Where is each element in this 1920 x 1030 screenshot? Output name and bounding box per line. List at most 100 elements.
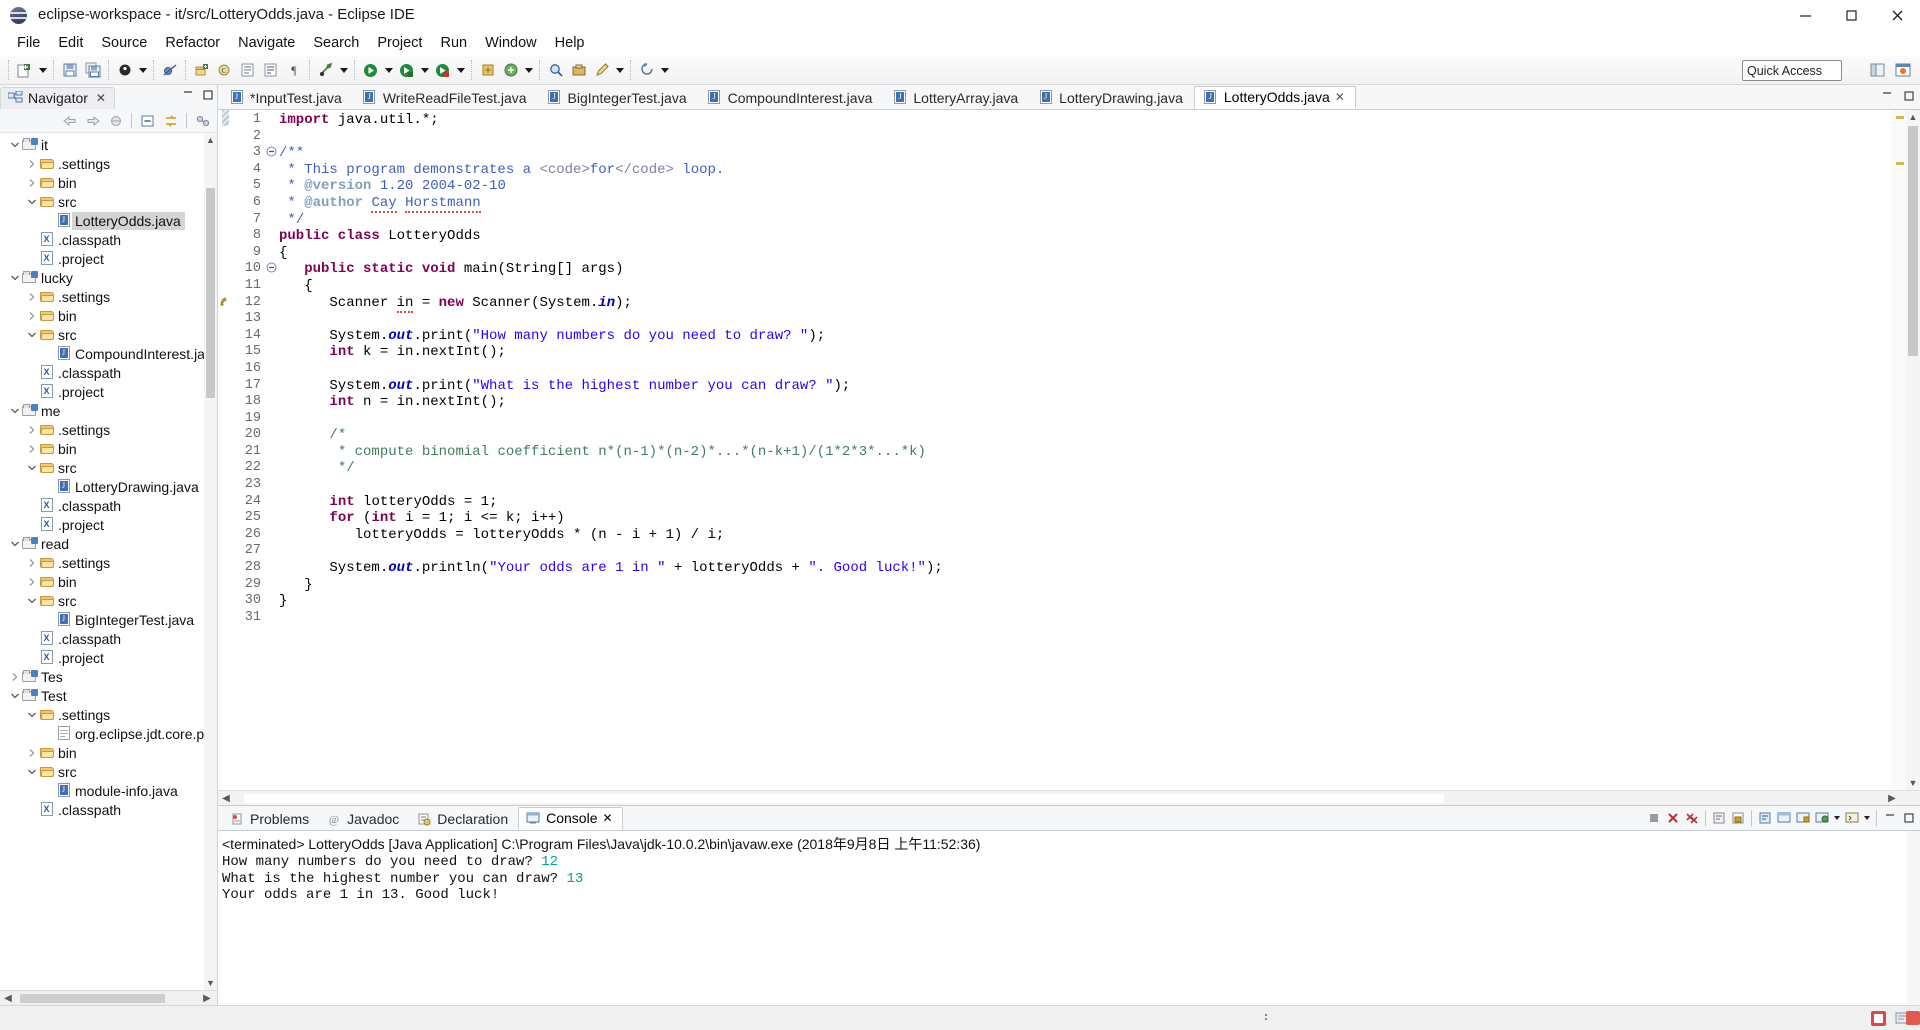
external-tools-arrow[interactable]: [337, 59, 350, 81]
coverage-arrow[interactable]: [454, 59, 467, 81]
tree-item-classpath[interactable]: X .classpath: [0, 230, 217, 249]
close-icon[interactable]: ✕: [1335, 90, 1345, 104]
debug-dropdown-arrow[interactable]: [136, 59, 149, 81]
tree-item-classpath[interactable]: X .classpath: [0, 800, 217, 819]
tree-item-me[interactable]: me: [0, 401, 217, 420]
view-tab-problems[interactable]: Problems: [222, 807, 319, 830]
back-arrow-icon[interactable]: [59, 111, 80, 131]
scrollbar-thumb[interactable]: [244, 794, 1444, 803]
tree-item-it[interactable]: it: [0, 135, 217, 154]
editor-tab-lotteryodds-java[interactable]: J LotteryOdds.java ✕: [1193, 86, 1356, 109]
menu-source[interactable]: Source: [92, 33, 156, 53]
maximize-icon[interactable]: [1902, 89, 1916, 103]
tree-item-project[interactable]: X .project: [0, 515, 217, 534]
annotation-arrow[interactable]: [522, 59, 535, 81]
skip-breakpoints-icon[interactable]: [158, 59, 181, 82]
scroll-lock-icon[interactable]: [1729, 808, 1747, 828]
chevron-right-icon[interactable]: [25, 173, 39, 192]
chevron-right-icon[interactable]: [25, 154, 39, 173]
maximize-icon[interactable]: [201, 88, 215, 102]
editor-folding-column[interactable]: [266, 110, 279, 790]
navigator-vertical-scrollbar[interactable]: ▲ ▼: [204, 133, 217, 990]
tree-item-bin[interactable]: bin: [0, 572, 217, 591]
scrollbar-thumb[interactable]: [206, 188, 215, 398]
editor-tab-lotteryarray-java[interactable]: J LotteryArray.java: [883, 86, 1029, 109]
tree-item-bigintegertest-java[interactable]: J BigIntegerTest.java: [0, 610, 217, 629]
tree-item-bin[interactable]: bin: [0, 173, 217, 192]
chevron-down-icon[interactable]: [8, 135, 22, 154]
fold-collapse-icon[interactable]: [266, 143, 279, 160]
view-tab-declaration[interactable]: Declaration: [409, 807, 518, 830]
tree-item-settings[interactable]: .settings: [0, 705, 217, 724]
scrollbar-thumb[interactable]: [20, 994, 165, 1003]
menu-window[interactable]: Window: [476, 33, 546, 53]
new-java-interface-icon[interactable]: [236, 59, 259, 82]
tree-item-src[interactable]: src: [0, 458, 217, 477]
display-console-arrow[interactable]: [1832, 808, 1842, 828]
project-tree[interactable]: it .settings bin src J LotteryOdds.java X .clas…: [0, 133, 217, 990]
view-tab-javadoc[interactable]: @ Javadoc: [319, 807, 409, 830]
debug-run-arrow[interactable]: [418, 59, 431, 81]
forward-arrow-icon[interactable]: [82, 111, 103, 131]
debug-run-icon[interactable]: [395, 59, 418, 82]
debug-icon[interactable]: [113, 59, 136, 82]
tree-item-classpath[interactable]: X .classpath: [0, 363, 217, 382]
search-icon[interactable]: [544, 59, 567, 82]
close-icon[interactable]: ✕: [96, 91, 106, 105]
chevron-right-icon[interactable]: [25, 439, 39, 458]
new-java-class-icon[interactable]: C: [213, 59, 236, 82]
chevron-right-icon[interactable]: [25, 572, 39, 591]
scroll-left-arrow[interactable]: ◀: [218, 793, 234, 804]
maximize-icon[interactable]: [1900, 808, 1918, 828]
open-console-arrow[interactable]: [1862, 808, 1872, 828]
pin-console-icon[interactable]: [1794, 808, 1812, 828]
terminate-icon[interactable]: [1645, 808, 1663, 828]
scroll-right-arrow[interactable]: ▶: [199, 991, 215, 1006]
tree-item-bin[interactable]: bin: [0, 439, 217, 458]
status-error-badge[interactable]: [1871, 1010, 1886, 1026]
save-all-icon[interactable]: [81, 59, 104, 82]
tree-item-src[interactable]: src: [0, 325, 217, 344]
tree-item-read[interactable]: read: [0, 534, 217, 553]
scroll-down-arrow[interactable]: ▼: [1906, 776, 1920, 790]
code-editor-text[interactable]: import java.util.*; /** * This program d…: [279, 110, 1892, 790]
chevron-right-icon[interactable]: [25, 306, 39, 325]
chevron-right-icon[interactable]: [25, 743, 39, 762]
run-icon[interactable]: [359, 59, 382, 82]
new-wizard-icon[interactable]: [13, 59, 36, 82]
menu-help[interactable]: Help: [546, 33, 594, 53]
new-dropdown-arrow[interactable]: [36, 59, 49, 81]
minimize-button[interactable]: [1782, 0, 1828, 30]
tree-item-src[interactable]: src: [0, 591, 217, 610]
chevron-down-icon[interactable]: [25, 325, 39, 344]
tree-item-classpath[interactable]: X .classpath: [0, 496, 217, 515]
editor-vertical-scrollbar[interactable]: ▲ ▼: [1906, 110, 1920, 790]
chevron-down-icon[interactable]: [8, 686, 22, 705]
clear-console-icon[interactable]: [1710, 808, 1728, 828]
tree-item-tes[interactable]: Tes: [0, 667, 217, 686]
new-java-package-icon[interactable]: [190, 59, 213, 82]
tree-item-src[interactable]: src: [0, 762, 217, 781]
quick-access-input[interactable]: Quick Access: [1742, 60, 1842, 81]
run-arrow[interactable]: [382, 59, 395, 81]
display-selected-console-icon[interactable]: [1813, 808, 1831, 828]
view-menu-icon[interactable]: [192, 111, 213, 131]
tree-item-lucky[interactable]: lucky: [0, 268, 217, 287]
tree-item-settings[interactable]: .settings: [0, 287, 217, 306]
chevron-right-icon[interactable]: [25, 287, 39, 306]
fold-collapse-icon[interactable]: [266, 259, 279, 276]
close-button[interactable]: [1874, 0, 1920, 30]
tree-item-lotterydrawing-java[interactable]: J LotteryDrawing.java: [0, 477, 217, 496]
coverage-icon[interactable]: [431, 59, 454, 82]
menu-search[interactable]: Search: [304, 33, 368, 53]
tree-item-settings[interactable]: .settings: [0, 154, 217, 173]
chevron-down-icon[interactable]: [8, 534, 22, 553]
minimize-icon[interactable]: [1881, 808, 1899, 828]
tree-item-src[interactable]: src: [0, 192, 217, 211]
menu-project[interactable]: Project: [368, 33, 431, 53]
next-annotation-icon[interactable]: [499, 59, 522, 82]
editor-tab-compoundinterest-java[interactable]: J CompoundInterest.java: [698, 86, 884, 109]
previous-edit-icon[interactable]: [635, 59, 658, 82]
navigator-horizontal-scrollbar[interactable]: ◀ ▶: [0, 990, 217, 1005]
chevron-down-icon[interactable]: [25, 705, 39, 724]
